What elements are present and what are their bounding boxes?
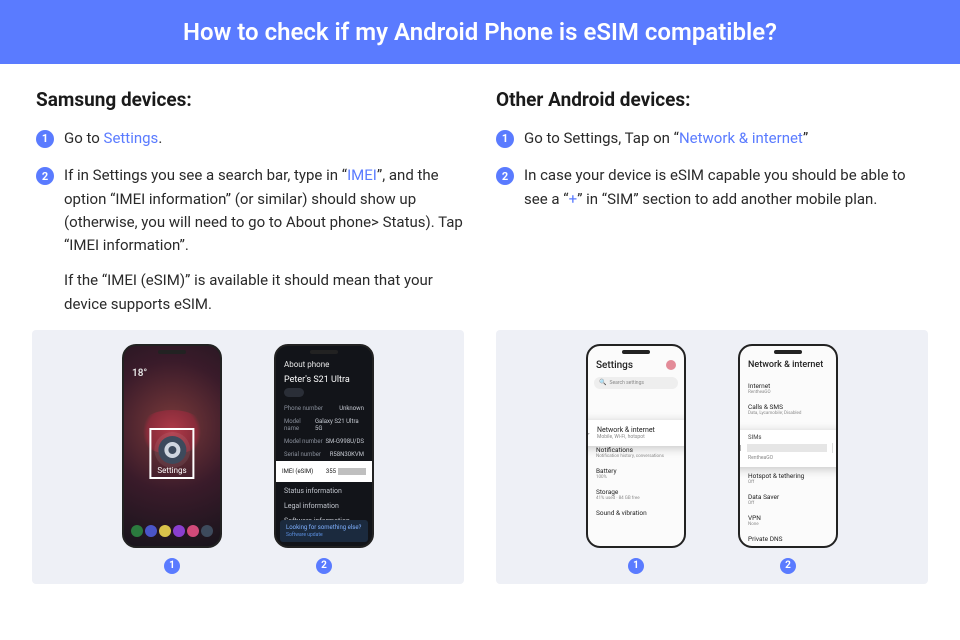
network-internet-link[interactable]: Network & internet bbox=[679, 129, 803, 147]
samsung-column: Samsung devices: 1 Go to Settings. 2 If … bbox=[36, 88, 464, 330]
other-screenshots: Settings Search settings AppsAssistant, … bbox=[496, 330, 928, 584]
other-shot-1: Settings Search settings AppsAssistant, … bbox=[586, 344, 686, 574]
footer-prompt: Looking for something else? Software upd… bbox=[280, 520, 368, 542]
imei-esim-highlight: IMEI (eSIM) 355 bbox=[274, 463, 374, 480]
phone-mock-android-settings: Settings Search settings AppsAssistant, … bbox=[586, 344, 686, 548]
settings-icon-highlight: Settings bbox=[149, 428, 194, 479]
samsung-step-1: 1 Go to Settings. bbox=[36, 127, 464, 150]
avatar bbox=[666, 360, 676, 370]
step-number-badge: 2 bbox=[496, 167, 514, 185]
other-step-2: 2 In case your device is eSIM capable yo… bbox=[496, 164, 924, 211]
network-internet-title: Network & internet bbox=[740, 346, 836, 378]
other-step-1: 1 Go to Settings, Tap on “Network & inte… bbox=[496, 127, 924, 150]
app-dock bbox=[130, 522, 214, 540]
instructions-columns: Samsung devices: 1 Go to Settings. 2 If … bbox=[0, 64, 960, 330]
page-title: How to check if my Android Phone is eSIM… bbox=[183, 18, 777, 46]
screenshot-caption-badge: 1 bbox=[628, 558, 644, 574]
sims-highlight-card: SIMs ▢ + RentheaGO bbox=[738, 430, 838, 467]
samsung-screenshots: 18° Settings 1 About phone Peter's S21 U… bbox=[32, 330, 464, 584]
step-body: If in Settings you see a search bar, typ… bbox=[64, 164, 464, 316]
step-number-badge: 1 bbox=[36, 130, 54, 148]
screenshot-caption-badge: 2 bbox=[780, 558, 796, 574]
screenshots-row: 18° Settings 1 About phone Peter's S21 U… bbox=[0, 330, 960, 608]
plus-icon: + bbox=[832, 443, 838, 453]
sim-icon: ▢ bbox=[738, 443, 742, 452]
step-body: Go to Settings, Tap on “Network & intern… bbox=[524, 127, 924, 150]
redacted-mask bbox=[747, 444, 827, 452]
phone-mock-samsung-about: About phone Peter's S21 Ultra Phone numb… bbox=[274, 344, 374, 548]
network-internet-highlight-card: ⏚ Network & internet Mobile, Wi-Fi, hots… bbox=[586, 420, 686, 446]
plus-highlight: + bbox=[569, 190, 578, 208]
wifi-icon: ⏚ bbox=[586, 426, 591, 439]
screenshot-caption-badge: 1 bbox=[164, 558, 180, 574]
settings-title: Settings bbox=[588, 346, 684, 375]
other-heading: Other Android devices: bbox=[496, 88, 924, 111]
samsung-step-2: 2 If in Settings you see a search bar, t… bbox=[36, 164, 464, 316]
samsung-heading: Samsung devices: bbox=[36, 88, 464, 111]
search-settings-field: Search settings bbox=[594, 377, 678, 389]
step-number-badge: 2 bbox=[36, 167, 54, 185]
weather-widget: 18° bbox=[132, 368, 147, 379]
step-body: In case your device is eSIM capable you … bbox=[524, 164, 924, 211]
settings-link[interactable]: Settings bbox=[104, 129, 159, 147]
redacted-mask bbox=[338, 468, 366, 475]
step-number-badge: 1 bbox=[496, 130, 514, 148]
other-shot-2: Network & internet InternetRentheaGO Cal… bbox=[738, 344, 838, 574]
gear-icon bbox=[158, 436, 186, 464]
phone-mock-samsung-home: 18° Settings bbox=[122, 344, 222, 548]
device-name: Peter's S21 Ultra bbox=[276, 373, 372, 385]
samsung-shot-1: 18° Settings 1 bbox=[122, 344, 222, 574]
page-title-banner: How to check if my Android Phone is eSIM… bbox=[0, 0, 960, 64]
other-android-column: Other Android devices: 1 Go to Settings,… bbox=[496, 88, 924, 330]
phone-mock-android-network: Network & internet InternetRentheaGO Cal… bbox=[738, 344, 838, 548]
screenshot-caption-badge: 2 bbox=[316, 558, 332, 574]
about-phone-header: About phone bbox=[276, 346, 372, 373]
step-body: Go to Settings. bbox=[64, 127, 464, 150]
edit-button bbox=[284, 388, 304, 397]
imei-link[interactable]: IMEI bbox=[347, 166, 377, 184]
samsung-shot-2: About phone Peter's S21 Ultra Phone numb… bbox=[274, 344, 374, 574]
